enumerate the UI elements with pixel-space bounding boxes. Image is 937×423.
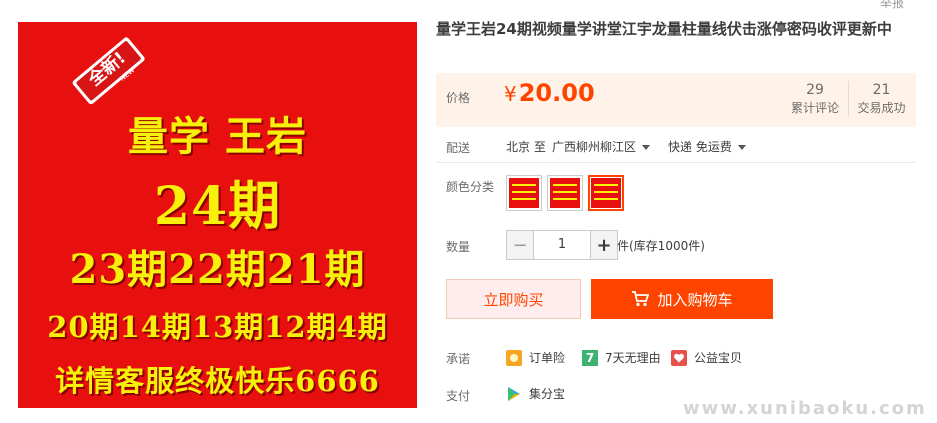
shipping-method: 快递 免运费: [668, 140, 732, 154]
shipping-method-select[interactable]: 快递 免运费: [668, 138, 746, 155]
payment-method[interactable]: 集分宝: [506, 385, 565, 402]
watermark-text: www.xunibaoku.com: [683, 398, 927, 419]
shipping-destination-select[interactable]: 广西柳州柳江区: [552, 138, 651, 155]
promise-order-insurance[interactable]: 订单险: [506, 349, 565, 366]
review-count-stat[interactable]: 29 累计评论: [782, 81, 848, 117]
promise-label: 承诺: [446, 352, 471, 366]
add-to-cart-label: 加入购物车: [657, 290, 733, 309]
promise-item-1: 订单险: [529, 351, 566, 365]
heart-icon: [671, 349, 687, 366]
increase-button[interactable]: +: [591, 231, 617, 259]
image-line-issue: 24期: [153, 176, 282, 237]
currency-symbol: ¥: [504, 82, 517, 106]
cart-icon: [632, 291, 650, 307]
sales-count-label: 交易成功: [857, 101, 906, 115]
review-count-label: 累计评论: [790, 101, 839, 115]
price-amount: 20.00: [518, 79, 595, 107]
add-to-cart-button[interactable]: 加入购物车: [591, 279, 773, 319]
sales-count: 21: [872, 82, 891, 98]
review-count: 29: [806, 82, 824, 98]
chevron-down-icon: [737, 145, 746, 150]
payment-method-label: 集分宝: [529, 387, 566, 401]
stock-info: 件(库存1000件): [617, 239, 705, 253]
color-option-3-selected[interactable]: [588, 175, 624, 211]
play-icon: [508, 386, 520, 401]
quantity-label: 数量: [446, 240, 471, 254]
quantity-stepper: − 1 +: [506, 230, 618, 260]
buy-now-button[interactable]: 立即购买: [446, 279, 581, 319]
quantity-input[interactable]: 1: [533, 231, 591, 259]
product-main-image[interactable]: 全新! NEW 量学 王岩 24期 23期22期21期 20期14期13期12期…: [18, 22, 417, 408]
price-value: ¥20.00: [504, 79, 595, 107]
swatch-thumbnail: [591, 178, 621, 208]
payment-label: 支付: [446, 389, 471, 403]
image-line-title: 量学 王岩: [128, 113, 307, 160]
report-link[interactable]: 举报: [880, 0, 904, 11]
sales-count-stat[interactable]: 21 交易成功: [848, 81, 914, 117]
shipping-destination: 广西柳州柳江区: [552, 140, 637, 154]
promise-charity[interactable]: 公益宝贝: [671, 349, 742, 366]
divider: [436, 162, 916, 163]
order-insurance-icon: [506, 349, 522, 366]
promise-item-2: 7天无理由: [605, 351, 661, 365]
price-label: 价格: [446, 91, 471, 105]
color-option-1[interactable]: [506, 175, 542, 211]
chevron-down-icon: [642, 145, 651, 150]
seven-day-icon: 7: [582, 349, 598, 366]
promise-seven-day-return[interactable]: 7 7天无理由: [582, 349, 661, 366]
image-line-issues-a: 23期22期21期: [69, 246, 366, 293]
swatch-thumbnail: [509, 178, 539, 208]
new-badge-icon: 全新! NEW: [72, 37, 145, 105]
shipping-from: 北京 至: [506, 140, 546, 154]
decrease-button[interactable]: −: [507, 231, 533, 259]
color-label: 颜色分类: [446, 180, 495, 194]
shipping-label: 配送: [446, 141, 471, 155]
price-panel: 价格 ¥20.00 29 累计评论 21 交易成功: [436, 73, 916, 127]
image-line-contact: 详情客服终极快乐6666: [55, 364, 380, 398]
image-line-issues-b: 20期14期13期12期4期: [47, 310, 388, 344]
color-option-2[interactable]: [547, 175, 583, 211]
swatch-thumbnail: [550, 178, 580, 208]
product-title: 量学王岩24期视频量学讲堂江宇龙量柱量线伏击涨停密码收评更新中: [436, 20, 892, 38]
promise-item-3: 公益宝贝: [694, 351, 743, 365]
